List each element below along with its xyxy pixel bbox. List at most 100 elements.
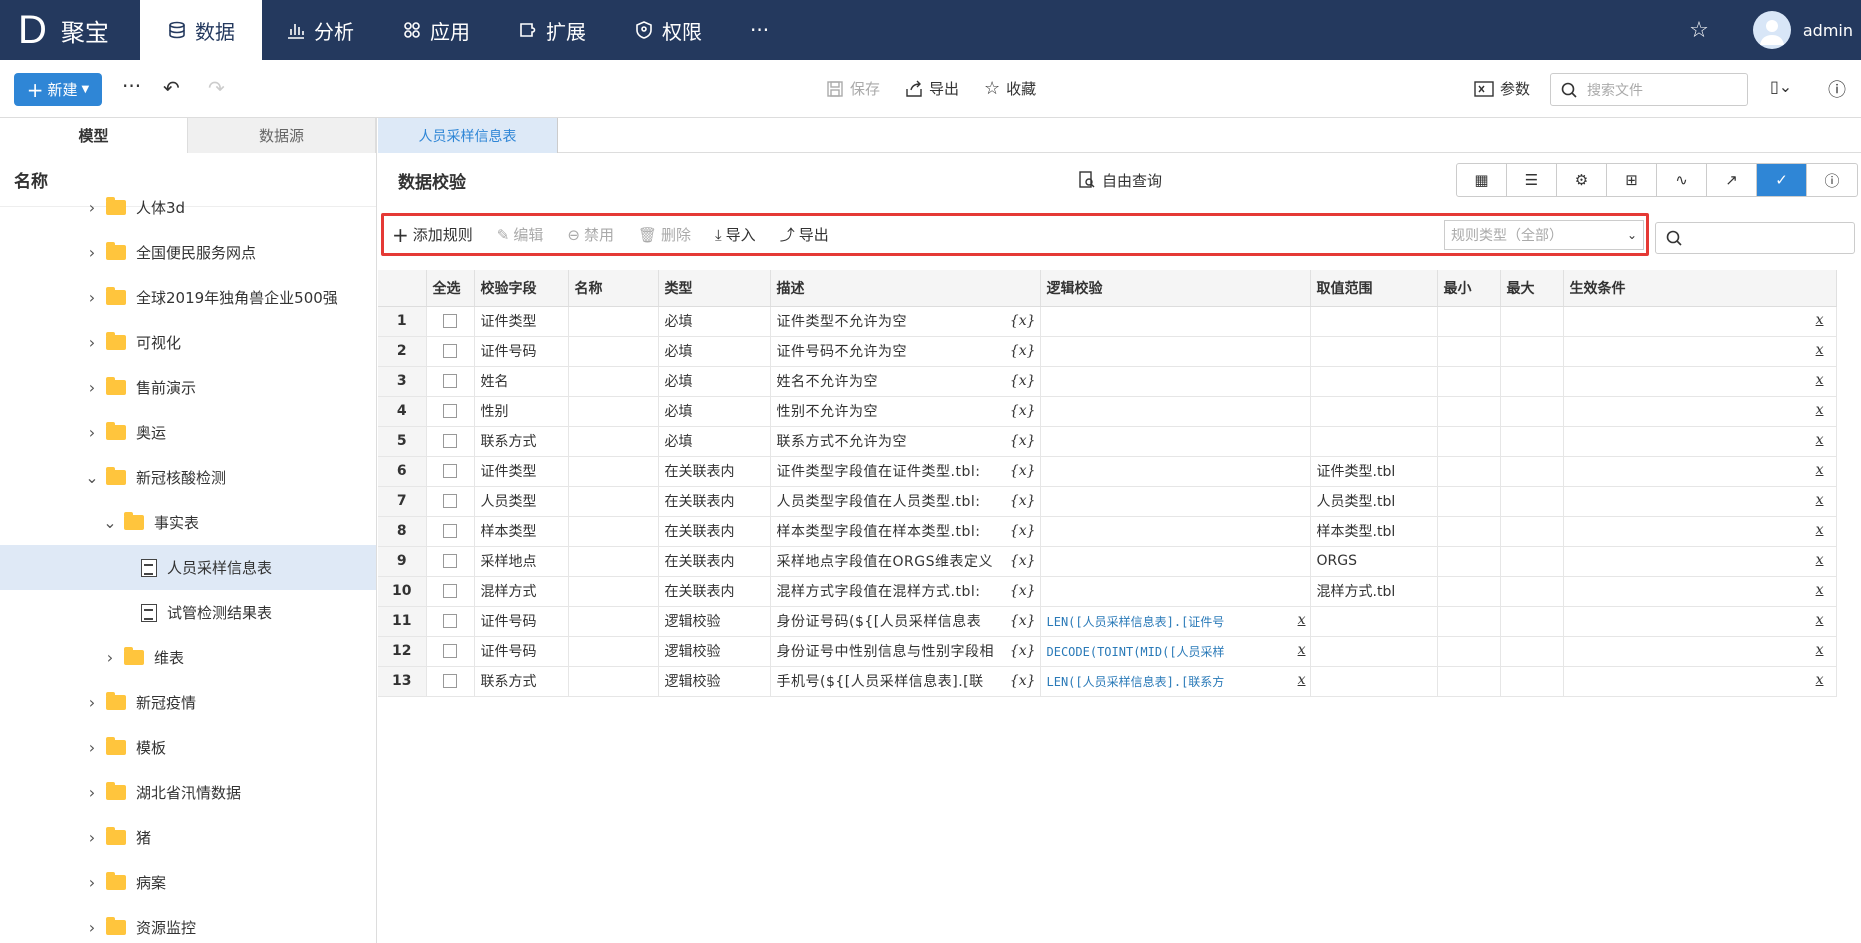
cell-desc[interactable]: 证件号码不允许为空 {x} — [770, 336, 1041, 367]
table-row[interactable]: 12 证件号码 逻辑校验 身份证号中性别信息与性别字段相 {x} DECODE(TOINT… — [378, 636, 1837, 667]
cell-desc[interactable]: 证件类型不允许为空 {x} — [770, 306, 1041, 337]
formula-icon[interactable]: {x} — [1010, 493, 1036, 509]
cell-logic[interactable] — [1040, 546, 1311, 577]
formula-icon[interactable]: x — [1298, 642, 1306, 658]
chevron-right-icon[interactable]: › — [84, 828, 100, 847]
table-row[interactable]: 6 证件类型 在关联表内 证件类型字段值在证件类型.tbl: {x} 证件类型.tbl x — [378, 456, 1837, 487]
chevron-right-icon[interactable]: › — [84, 333, 100, 352]
export-button[interactable]: 导出 — [905, 78, 959, 99]
row-checkbox[interactable] — [442, 464, 457, 478]
chevron-right-icon[interactable]: › — [84, 783, 100, 802]
undo-icon[interactable]: ↶ — [163, 76, 180, 100]
tree-item[interactable]: › 病案 — [0, 860, 376, 905]
cell-logic[interactable]: LEN([人员采样信息表].[联系方 x — [1040, 666, 1311, 697]
chevron-right-icon[interactable]: › — [84, 198, 100, 217]
formula-icon[interactable]: x — [1816, 312, 1824, 328]
table-row[interactable]: 11 证件号码 逻辑校验 身份证号码(${[人员采样信息表 {x} LEN([人员采样信息… — [378, 606, 1837, 637]
tree-item[interactable]: › 奥运 — [0, 410, 376, 455]
avatar[interactable] — [1752, 11, 1791, 49]
tree-item[interactable]: › 湖北省汛情数据 — [0, 770, 376, 815]
chevron-right-icon[interactable]: › — [84, 693, 100, 712]
row-checkbox[interactable] — [442, 314, 457, 328]
formula-icon[interactable]: {x} — [1010, 433, 1036, 449]
cell-desc[interactable]: 手机号(${[人员采样信息表].[联 {x} — [770, 666, 1041, 697]
nav-item-analysis[interactable]: 分析 — [262, 0, 378, 60]
free-query-button[interactable]: 自由查询 — [1078, 170, 1162, 191]
tab-datasource[interactable]: 数据源 — [188, 118, 376, 153]
cell-desc[interactable]: 人员类型字段值在人员类型.tbl: {x} — [770, 486, 1041, 517]
nav-item-extension[interactable]: 扩展 — [494, 0, 610, 60]
cell-condition[interactable]: x — [1563, 306, 1837, 337]
layout-toggle-icon[interactable]: ▯⌄ — [1770, 77, 1792, 96]
cell-logic[interactable] — [1040, 486, 1311, 517]
select-all-header[interactable]: 全选 — [426, 270, 475, 307]
relation-icon[interactable]: ⊞ — [1607, 164, 1657, 196]
table-row[interactable]: 4 性别 必填 性别不允许为空 {x} x — [378, 396, 1837, 427]
rule-type-select[interactable]: 规则类型（全部） ⌄ — [1444, 220, 1644, 250]
cell-condition[interactable]: x — [1563, 396, 1837, 427]
cell-desc[interactable]: 性别不允许为空 {x} — [770, 396, 1041, 427]
cell-logic[interactable] — [1040, 396, 1311, 427]
formula-icon[interactable]: {x} — [1010, 403, 1036, 419]
tree-item[interactable]: › 维表 — [0, 635, 376, 680]
chevron-right-icon[interactable]: › — [84, 738, 100, 757]
formula-icon[interactable]: x — [1816, 342, 1824, 358]
formula-icon[interactable]: {x} — [1010, 613, 1036, 629]
disable-button[interactable]: ⊖ 禁用 — [567, 224, 614, 245]
param-button[interactable]: 参数 — [1474, 78, 1530, 99]
chevron-right-icon[interactable]: › — [84, 873, 100, 892]
formula-icon[interactable]: x — [1816, 552, 1824, 568]
list-view-icon[interactable]: ☰ — [1507, 164, 1557, 196]
formula-icon[interactable]: x — [1816, 432, 1824, 448]
cell-desc[interactable]: 姓名不允许为空 {x} — [770, 366, 1041, 397]
cell-logic[interactable] — [1040, 366, 1311, 397]
chevron-right-icon[interactable]: › — [84, 243, 100, 262]
cell-desc[interactable]: 身份证号中性别信息与性别字段相 {x} — [770, 636, 1041, 667]
rule-search-input[interactable] — [1655, 222, 1855, 254]
pulse-icon[interactable]: ∿ — [1657, 164, 1707, 196]
favorite-star-icon[interactable]: ☆ — [1689, 18, 1709, 43]
table-row[interactable]: 2 证件号码 必填 证件号码不允许为空 {x} x — [378, 336, 1837, 367]
table-row[interactable]: 9 采样地点 在关联表内 采样地点字段值在ORGS维表定义 {x} ORGS x — [378, 546, 1837, 577]
formula-icon[interactable]: x — [1298, 672, 1306, 688]
cell-desc[interactable]: 证件类型字段值在证件类型.tbl: {x} — [770, 456, 1041, 487]
chevron-right-icon[interactable]: › — [102, 648, 118, 667]
nav-item-permission[interactable]: 权限 — [610, 0, 726, 60]
cell-desc[interactable]: 身份证号码(${[人员采样信息表 {x} — [770, 606, 1041, 637]
trend-icon[interactable]: ↗ — [1707, 164, 1757, 196]
formula-icon[interactable]: {x} — [1010, 463, 1036, 479]
app-logo[interactable]: D 聚宝 — [0, 0, 140, 60]
search-input[interactable]: 搜索文件 — [1550, 73, 1748, 106]
row-checkbox[interactable] — [442, 494, 457, 508]
formula-icon[interactable]: x — [1816, 672, 1824, 688]
info-icon[interactable]: ⓘ — [1828, 76, 1846, 102]
cell-logic[interactable]: LEN([人员采样信息表].[证件号 x — [1040, 606, 1311, 637]
tree-item[interactable]: › 可视化 — [0, 320, 376, 365]
formula-icon[interactable]: x — [1816, 462, 1824, 478]
row-checkbox[interactable] — [442, 524, 457, 538]
cell-desc[interactable]: 联系方式不允许为空 {x} — [770, 426, 1041, 457]
formula-icon[interactable]: {x} — [1010, 373, 1036, 389]
cell-condition[interactable]: x — [1563, 606, 1837, 637]
chevron-right-icon[interactable]: › — [84, 423, 100, 442]
edit-button[interactable]: ✎ 编辑 — [497, 224, 544, 245]
check-rule-icon[interactable]: ✓ — [1757, 164, 1807, 196]
formula-icon[interactable]: x — [1816, 612, 1824, 628]
cell-condition[interactable]: x — [1563, 426, 1837, 457]
export-rules-button[interactable]: ⤴ 导出 — [780, 224, 829, 245]
delete-button[interactable]: 🗑 删除 — [638, 224, 691, 245]
row-checkbox[interactable] — [442, 344, 457, 358]
tree-item[interactable]: 试管检测结果表 — [0, 590, 376, 635]
cell-desc[interactable]: 采样地点字段值在ORGS维表定义 {x} — [770, 546, 1041, 577]
formula-icon[interactable]: x — [1816, 492, 1824, 508]
tree-item[interactable]: › 猪 — [0, 815, 376, 860]
formula-icon[interactable]: {x} — [1010, 313, 1036, 329]
table-row[interactable]: 3 姓名 必填 姓名不允许为空 {x} x — [378, 366, 1837, 397]
tree-item[interactable]: › 模板 — [0, 725, 376, 770]
table-row[interactable]: 8 样本类型 在关联表内 样本类型字段值在样本类型.tbl: {x} 样本类型.tbl x — [378, 516, 1837, 547]
formula-icon[interactable]: x — [1816, 372, 1824, 388]
run-icon[interactable]: ⚙ — [1557, 164, 1607, 196]
cell-condition[interactable]: x — [1563, 636, 1837, 667]
row-checkbox[interactable] — [442, 644, 457, 658]
formula-icon[interactable]: {x} — [1010, 583, 1036, 599]
